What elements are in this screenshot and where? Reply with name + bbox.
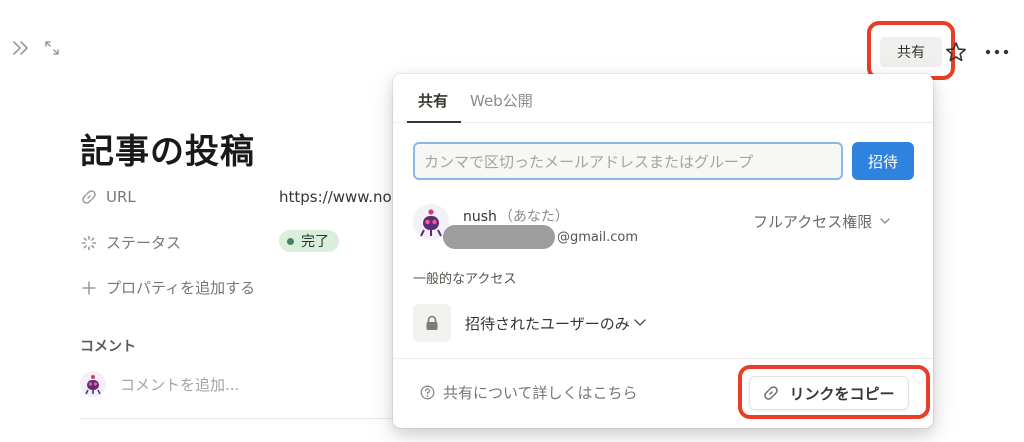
help-link-label: 共有について詳しくはこちら [443, 384, 638, 402]
help-circle-icon [420, 385, 435, 400]
status-badge[interactable]: 完了 [279, 230, 339, 252]
comment-input[interactable]: コメントを追加... [80, 371, 239, 397]
tab-share[interactable]: 共有 [418, 90, 448, 111]
more-icon[interactable] [983, 41, 1011, 63]
status-badge-label: 完了 [301, 234, 329, 250]
divider [80, 418, 410, 419]
member-row: nush （あなた） @gmail.com フルアクセス権限 [413, 204, 913, 250]
chevron-down-icon [880, 218, 890, 225]
general-access-select[interactable]: 招待されたユーザーのみ [413, 304, 646, 342]
property-url-value[interactable]: https://www.no [279, 188, 392, 206]
add-property-label: プロパティを追加する [106, 279, 256, 297]
general-access-value: 招待されたユーザーのみ [465, 314, 630, 333]
comments-heading: コメント [80, 339, 136, 355]
popup-footer-divider [393, 358, 933, 359]
comment-placeholder: コメントを追加... [120, 375, 240, 394]
tab-web-publish[interactable]: Web公開 [470, 90, 533, 111]
member-name: nush （あなた） [463, 206, 569, 226]
link-icon [80, 188, 98, 206]
copy-link-button[interactable]: リンクをコピー [749, 376, 909, 410]
member-access-label: フルアクセス権限 [753, 213, 873, 231]
topbar-right: 共有 [0, 21, 1024, 80]
loading-icon [80, 234, 98, 252]
member-name-text: nush [463, 209, 497, 225]
invite-input[interactable]: カンマで区切ったメールアドレスまたはグループ [413, 142, 843, 180]
help-link[interactable]: 共有について詳しくはこちら [420, 382, 638, 403]
member-email: @gmail.com [443, 224, 638, 250]
user-avatar [80, 371, 106, 397]
property-url-label: URL [106, 188, 136, 206]
copy-link-label: リンクをコピー [789, 384, 895, 403]
star-icon[interactable] [945, 41, 967, 63]
member-access-select[interactable]: フルアクセス権限 [753, 211, 890, 232]
chevron-down-icon [634, 319, 646, 327]
plus-icon [80, 279, 98, 297]
member-email-suffix: @gmail.com [557, 229, 639, 245]
page-title[interactable]: 記事の投稿 [80, 124, 255, 173]
member-you-label: （あなた） [498, 209, 569, 225]
share-button[interactable]: 共有 [880, 37, 942, 67]
link-icon [763, 385, 779, 401]
property-status-label: ステータス [106, 234, 182, 252]
share-popup: 共有 Web公開 カンマで区切ったメールアドレスまたはグループ 招待 nush （… [393, 74, 933, 428]
share-tabs: 共有 Web公開 [393, 74, 933, 123]
active-tab-indicator [407, 121, 461, 123]
add-property-button[interactable]: プロパティを追加する [80, 277, 255, 298]
property-url[interactable]: URL [80, 188, 136, 206]
lock-icon [413, 304, 451, 342]
property-status[interactable]: ステータス [80, 232, 181, 253]
invite-button[interactable]: 招待 [852, 142, 914, 180]
general-access-heading: 一般的なアクセス [413, 272, 517, 287]
redacted-email [443, 225, 555, 249]
status-dot [287, 237, 294, 245]
